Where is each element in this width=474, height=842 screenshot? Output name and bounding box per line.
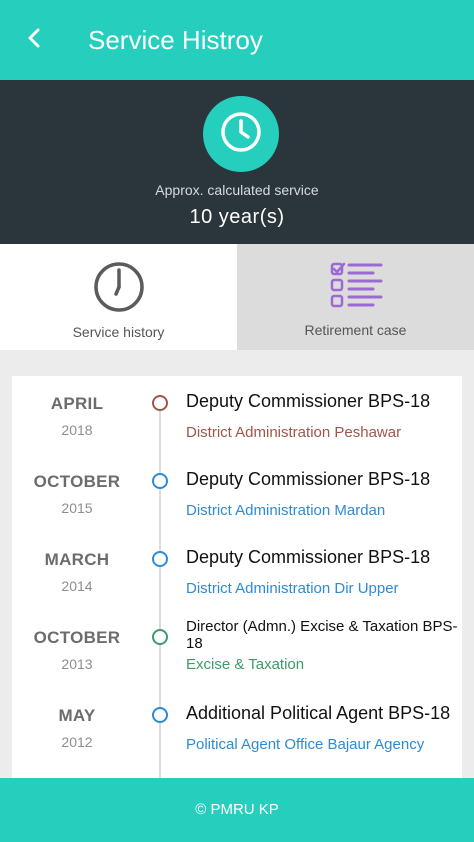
entry-organization: Political Agent Office Bajaur Agency [186,736,425,753]
entry-year: 2013 [61,656,93,672]
entry-organization: District Administration Peshawar [186,424,402,441]
entry-post: Deputy Commissioner BPS-18 [186,547,431,567]
tab-service-history[interactable]: Service history [0,244,237,350]
back-button[interactable] [16,22,52,58]
entry-month: MARCH [44,550,110,569]
timeline-dot [152,707,168,723]
timeline-dot [152,473,168,489]
chevron-left-icon [26,27,42,54]
entry-post: Additional Political Agent BPS-18 [186,703,451,723]
entry-month: APRIL [50,394,104,413]
tab-retirement-case[interactable]: Retirement case [237,244,474,350]
timeline-entry: APRIL 2018 Deputy Commissioner BPS-18 Di… [12,390,462,468]
timeline-dot [152,629,168,645]
entry-month: OCTOBER [33,472,121,491]
service-summary: Approx. calculated service 10 year(s) [0,80,474,244]
checklist-icon [329,260,383,317]
timeline-entry: MARCH 2014 Deputy Commissioner BPS-18 Di… [12,546,462,624]
tab-bar: Service history Retirement case [0,244,474,350]
entry-organization: District Administration Mardan [186,502,386,519]
tab-service-history-label: Service history [72,324,165,340]
entry-year: 2014 [61,578,93,594]
app-bar: Service Histroy [0,0,474,80]
summary-label: Approx. calculated service [155,182,319,198]
entry-organization: District Administration Dir Upper [186,580,399,597]
copyright-text: © PMRU KP [195,801,279,818]
tab-retirement-case-label: Retirement case [304,322,407,338]
entry-post: Director (Admn.) Excise & Taxation BPS-1… [186,618,458,652]
entry-organization: Excise & Taxation [186,656,305,673]
page-title: Service Histroy [88,25,263,55]
entry-month: MAY [58,706,96,725]
timeline-entry: OCTOBER 2015 Deputy Commissioner BPS-18 … [12,468,462,546]
entry-post: Deputy Commissioner BPS-18 [186,391,431,411]
service-timeline: APRIL 2018 Deputy Commissioner BPS-18 Di… [12,376,462,842]
timeline-entry: MAY 2012 Additional Political Agent BPS-… [12,702,462,780]
entry-post: Deputy Commissioner BPS-18 [186,469,431,489]
service-duration: 10 year(s) [189,206,285,228]
entry-year: 2012 [61,734,93,750]
timeline-entry: OCTOBER 2013 Director (Admn.) Excise & T… [12,618,462,702]
footer: © PMRU KP [0,778,474,842]
entry-year: 2015 [61,500,93,516]
entry-year: 2018 [61,422,93,438]
timeline-dot [152,395,168,411]
timeline-dot [152,551,168,567]
clock-badge [203,96,279,172]
clock-icon [219,110,263,159]
entry-month: OCTOBER [33,628,121,647]
clock-outline-icon [92,260,146,319]
